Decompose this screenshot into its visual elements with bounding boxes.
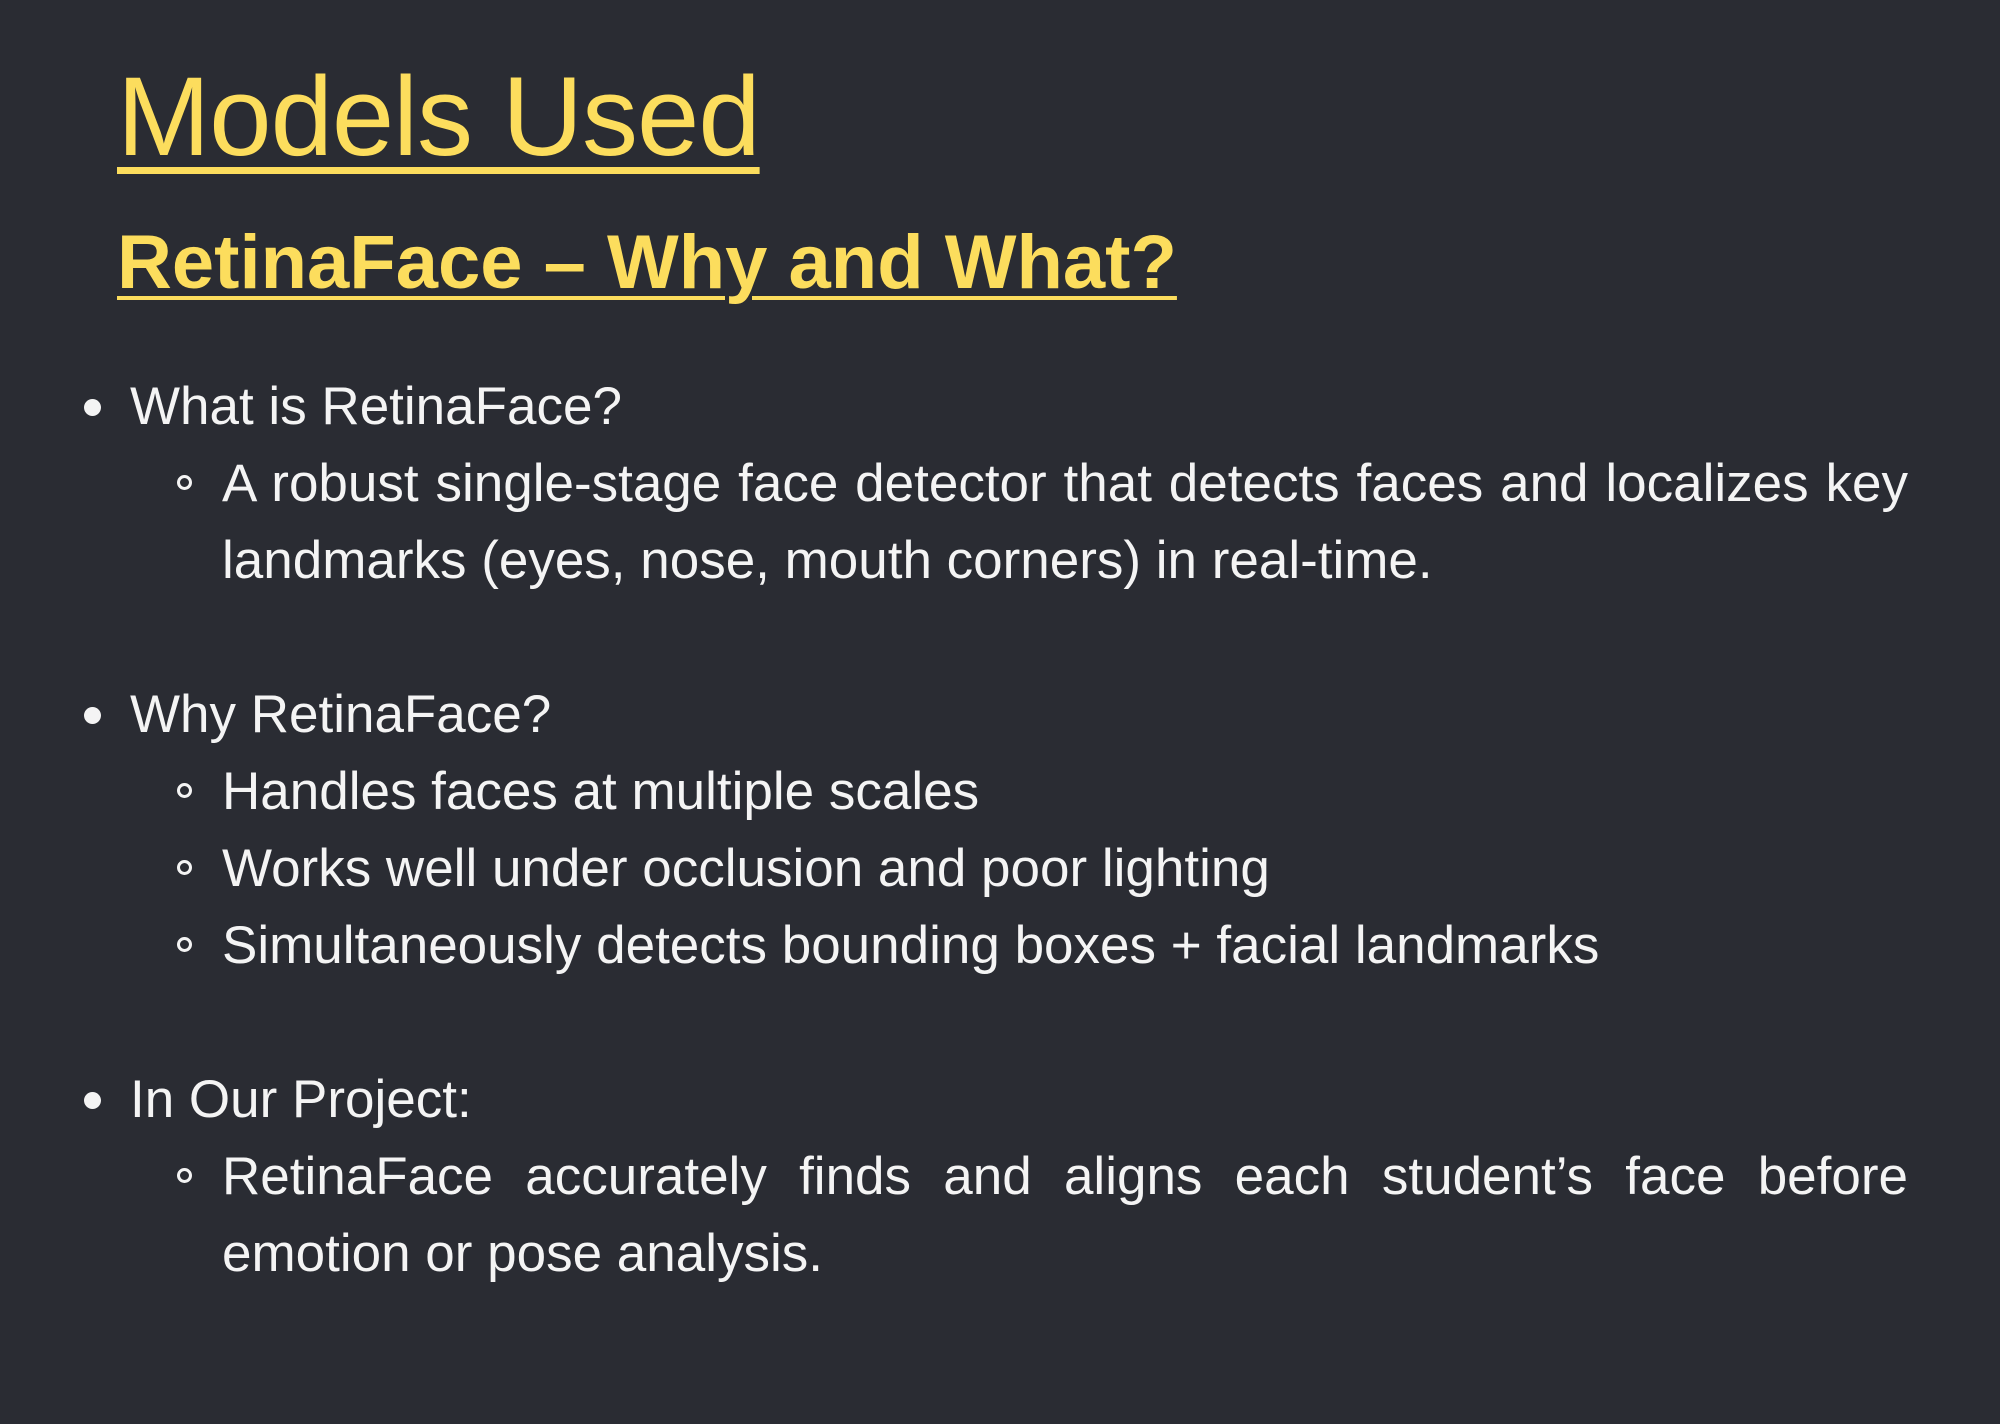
bullet-circle-icon [177,937,192,952]
slide-subtitle: RetinaFace – Why and What? [117,220,1177,305]
bullet-group-what: What is RetinaFace? A robust single-stag… [78,368,1908,599]
bullet-circle-icon [177,1168,192,1183]
sub-bullet-item: Simultaneously detects bounding boxes + … [78,907,1908,984]
bullet-list: What is RetinaFace? A robust single-stag… [78,368,1908,1292]
sub-bullet-item: A robust single-stage face detector that… [78,445,1908,599]
sub-bullet-text: Handles faces at multiple scales [222,762,980,821]
bullet-group-why: Why RetinaFace? Handles faces at multipl… [78,676,1908,984]
sub-bullet-item: Works well under occlusion and poor ligh… [78,830,1908,907]
slide-title: Models Used [117,54,761,179]
sub-bullet-text: A robust single-stage face detector that… [222,454,1908,590]
bullet-circle-icon [177,783,192,798]
bullet-item: In Our Project: [78,1061,1908,1138]
sub-bullet-text: Simultaneously detects bounding boxes + … [222,916,1600,975]
slide: Models Used RetinaFace – Why and What? W… [0,0,2000,1424]
sub-bullet-text: Works well under occlusion and poor ligh… [222,839,1270,898]
bullet-dot-icon [84,1092,101,1109]
bullet-dot-icon [84,399,101,416]
bullet-circle-icon [177,860,192,875]
bullet-item: What is RetinaFace? [78,368,1908,445]
sub-bullet-text: RetinaFace accurately finds and aligns e… [222,1147,1908,1283]
bullet-item: Why RetinaFace? [78,676,1908,753]
sub-bullet-item: Handles faces at multiple scales [78,753,1908,830]
bullet-heading: In Our Project: [130,1070,472,1129]
sub-bullet-item: RetinaFace accurately finds and aligns e… [78,1138,1908,1292]
bullet-heading: Why RetinaFace? [130,685,552,744]
bullet-heading: What is RetinaFace? [130,377,622,436]
bullet-circle-icon [177,475,192,490]
bullet-dot-icon [84,707,101,724]
bullet-group-project: In Our Project: RetinaFace accurately fi… [78,1061,1908,1292]
